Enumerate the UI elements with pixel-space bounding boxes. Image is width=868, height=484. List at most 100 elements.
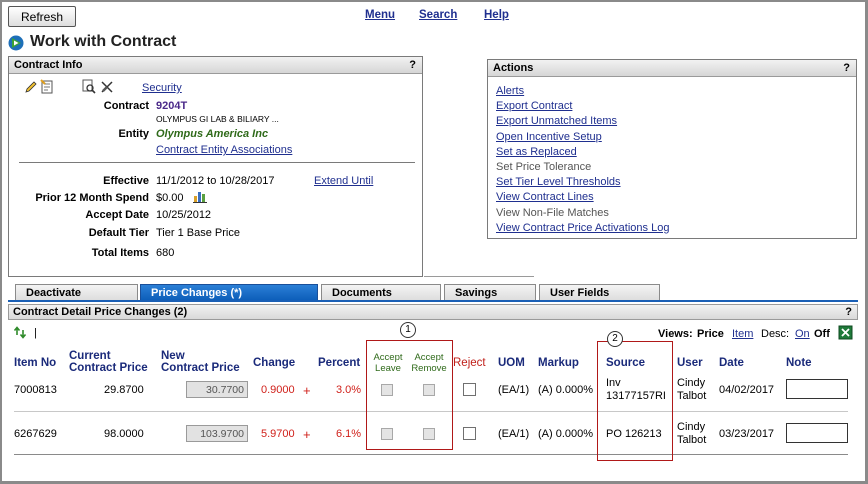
- effective-value: 11/1/2012 to 10/28/2017: [156, 175, 275, 187]
- document-search-icon[interactable]: [81, 79, 96, 94]
- contract-info-divider: [19, 162, 415, 163]
- actions-title: Actions: [493, 62, 534, 74]
- app-logo-icon: [8, 35, 24, 51]
- table-bottom-line: [14, 454, 848, 455]
- col-new-price-line2: Contract Price: [161, 362, 240, 374]
- top-navigation: Menu Search Help: [0, 9, 868, 25]
- col-change: Change: [253, 357, 296, 369]
- actions-header: Actions ?: [488, 60, 856, 77]
- callout-badge-1: 1: [400, 322, 416, 338]
- detail-title: Contract Detail Price Changes (2): [13, 306, 188, 318]
- row-new-price-box: 30.7700: [186, 381, 248, 398]
- col-date: Date: [719, 357, 744, 369]
- desc-label: Desc:: [761, 328, 790, 340]
- action-export-contract[interactable]: Export Contract: [496, 99, 669, 114]
- refresh-arrows-icon[interactable]: [14, 326, 29, 339]
- col-new-price: New Contract Price: [161, 350, 240, 374]
- nav-menu-link[interactable]: Menu: [365, 9, 395, 21]
- row-date: 04/02/2017: [719, 384, 775, 396]
- row-item-no: 7000813: [14, 384, 57, 396]
- prior-spend-value: $0.00: [156, 192, 184, 204]
- col-current-price-line1: Current: [69, 350, 111, 362]
- row-markup: (A) 0.000%: [538, 384, 594, 396]
- col-uom: UOM: [498, 357, 525, 369]
- row-percent: 6.1%: [336, 428, 362, 440]
- default-tier-label: Default Tier: [88, 227, 149, 239]
- page-title: Work with Contract: [30, 33, 177, 50]
- contract-entity-associations-link[interactable]: Contract Entity Associations: [156, 144, 292, 156]
- contract-label: Contract: [103, 100, 149, 112]
- edit-pencil-icon[interactable]: [24, 80, 38, 94]
- row-current-price: 29.8700: [104, 384, 144, 396]
- action-open-incentive-setup[interactable]: Open Incentive Setup: [496, 130, 669, 145]
- action-set-tier-level-thresholds[interactable]: Set Tier Level Thresholds: [496, 175, 669, 190]
- contract-name: OLYMPUS GI LAB & BILIARY ...: [156, 114, 279, 124]
- action-view-price-activations-log[interactable]: View Contract Price Activations Log: [496, 221, 669, 236]
- action-view-contract-lines[interactable]: View Contract Lines: [496, 190, 669, 205]
- reject-checkbox[interactable]: [463, 427, 476, 440]
- extend-until-link[interactable]: Extend Until: [314, 175, 373, 187]
- nav-help-link[interactable]: Help: [484, 9, 509, 21]
- actions-panel: Actions ? Alerts Export Contract Export …: [487, 59, 857, 239]
- action-alerts[interactable]: Alerts: [496, 84, 669, 99]
- desc-on-link[interactable]: On: [795, 328, 810, 340]
- tab-documents[interactable]: Documents: [321, 284, 441, 301]
- col-note: Note: [786, 357, 812, 369]
- row-date: 03/23/2017: [719, 428, 775, 440]
- security-link[interactable]: Security: [142, 82, 182, 94]
- col-current-price: Current Contract Price: [69, 350, 148, 374]
- excel-export-icon[interactable]: [838, 325, 853, 340]
- row-markup: (A) 0.000%: [538, 428, 594, 440]
- action-set-as-replaced[interactable]: Set as Replaced: [496, 145, 669, 160]
- col-user: User: [677, 357, 703, 369]
- row-user-line2: Talbot: [677, 390, 707, 402]
- row-new-price-box: 103.9700: [186, 425, 248, 442]
- row-change-sign: +: [303, 427, 311, 442]
- col-item-no: Item No: [14, 357, 57, 369]
- col-current-price-line2: Contract Price: [69, 362, 148, 374]
- total-items-label: Total Items: [91, 247, 149, 259]
- row-change: 0.9000: [261, 384, 295, 396]
- col-new-price-line1: New: [161, 350, 185, 362]
- views-item-link[interactable]: Item: [732, 328, 753, 340]
- panel-gap-line: [424, 276, 534, 277]
- tab-deactivate[interactable]: Deactivate: [15, 284, 138, 301]
- tab-user-fields[interactable]: User Fields: [539, 284, 660, 301]
- nav-search-link[interactable]: Search: [419, 9, 457, 21]
- col-percent: Percent: [318, 357, 361, 369]
- reject-checkbox[interactable]: [463, 383, 476, 396]
- contract-info-header: Contract Info ?: [9, 57, 422, 74]
- tabs-underline: [8, 300, 858, 302]
- contract-id: 9204T: [156, 100, 188, 112]
- row-note-input[interactable]: [786, 423, 848, 443]
- action-view-non-file-matches: View Non-File Matches: [496, 206, 609, 219]
- entity-label: Entity: [118, 128, 149, 140]
- row-note-input[interactable]: [786, 379, 848, 399]
- row-item-no: 6267629: [14, 428, 57, 440]
- row-uom: (EA/1): [498, 384, 530, 396]
- tab-price-changes[interactable]: Price Changes (*): [140, 284, 318, 301]
- action-export-unmatched-items[interactable]: Export Unmatched Items: [496, 114, 669, 129]
- detail-help-icon[interactable]: ?: [845, 306, 852, 318]
- callout-badge-2: 2: [607, 331, 623, 347]
- effective-label: Effective: [103, 175, 149, 187]
- notes-icon[interactable]: [40, 79, 55, 94]
- row-user-line2: Talbot: [677, 434, 707, 446]
- default-tier-value: Tier 1 Base Price: [156, 227, 240, 239]
- contract-info-title: Contract Info: [14, 59, 83, 71]
- actions-list: Alerts Export Contract Export Unmatched …: [496, 84, 669, 236]
- spend-chart-icon[interactable]: [193, 189, 207, 203]
- views-label: Views:: [658, 328, 693, 340]
- row-user-line1: Cindy: [677, 421, 706, 433]
- contract-info-help-icon[interactable]: ?: [409, 59, 416, 71]
- toolbar-separator: |: [34, 327, 37, 339]
- row-user-line1: Cindy: [677, 377, 706, 389]
- views-price: Price: [697, 328, 724, 340]
- tab-savings[interactable]: Savings: [444, 284, 536, 301]
- total-items-value: 680: [156, 247, 175, 259]
- row-uom: (EA/1): [498, 428, 530, 440]
- prior-spend-label: Prior 12 Month Spend: [35, 192, 149, 204]
- actions-help-icon[interactable]: ?: [843, 62, 850, 74]
- unlink-icon[interactable]: [100, 80, 114, 94]
- col-reject: Reject: [453, 357, 486, 369]
